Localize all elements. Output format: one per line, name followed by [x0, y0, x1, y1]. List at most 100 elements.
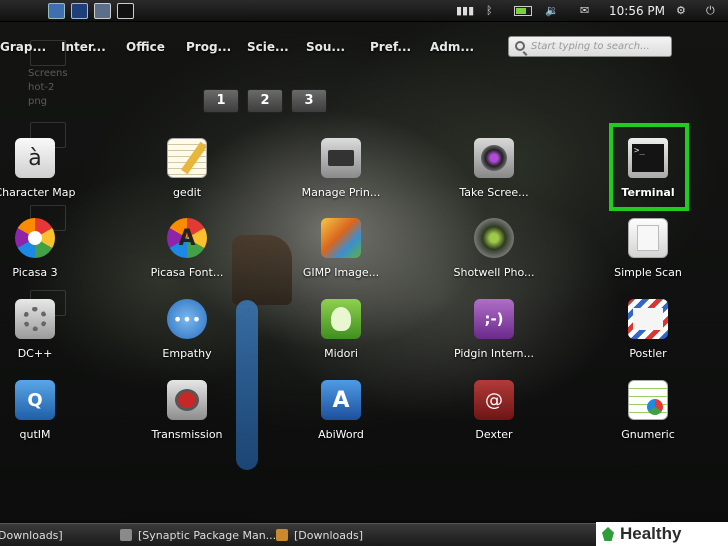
- app-label: Character Map: [0, 186, 76, 199]
- file-manager-launcher-icon[interactable]: [48, 3, 65, 19]
- taskbar-item-downloads[interactable]: Downloads]: [0, 527, 63, 544]
- taskbar-item-synaptic[interactable]: [Synaptic Package Man...: [120, 527, 276, 544]
- app-qutim[interactable]: Q qutIM: [0, 380, 105, 456]
- healthy-living-watermark: Healthy Living: [596, 522, 728, 546]
- camera-lens: [481, 145, 507, 171]
- desktop-file-label: hot-2: [28, 82, 55, 93]
- printer-icon: [321, 138, 361, 178]
- pencil-shape: [180, 141, 206, 175]
- app-label: Picasa Font...: [150, 266, 224, 279]
- app-label: Postler: [629, 347, 667, 360]
- category-preferences[interactable]: Pref...: [370, 40, 411, 54]
- app-simple-scan[interactable]: Simple Scan: [578, 218, 718, 294]
- app-label: Pidgin Intern...: [453, 347, 535, 360]
- synaptic-icon: [120, 529, 132, 541]
- battery-icon[interactable]: [514, 6, 532, 16]
- settings-icon[interactable]: ⚙: [676, 3, 686, 19]
- mail-icon[interactable]: ✉: [580, 3, 589, 19]
- dcpp-icon: [15, 299, 55, 339]
- watermark-text: Healthy Living: [620, 524, 682, 543]
- search-box[interactable]: [508, 36, 672, 57]
- dcpp-gear: [23, 307, 47, 331]
- desktop-file-label: png: [28, 96, 48, 107]
- clock[interactable]: 10:56 PM: [609, 3, 665, 19]
- battery-fill: [516, 8, 526, 14]
- app-label: AbiWord: [318, 428, 364, 441]
- picasa-icon: [15, 218, 55, 258]
- app-transmission[interactable]: Transmission: [117, 380, 257, 456]
- page-button-2[interactable]: 2: [247, 89, 283, 113]
- signal-icon[interactable]: ▮▮▮: [456, 3, 474, 19]
- app-label: Take Scree...: [459, 186, 529, 199]
- page-button-1[interactable]: 1: [203, 89, 239, 113]
- search-icon: [515, 41, 525, 51]
- gedit-icon: [167, 138, 207, 178]
- app-gedit[interactable]: gedit: [117, 138, 257, 214]
- category-administration[interactable]: Adm...: [430, 40, 474, 54]
- desktop-file-icon[interactable]: [30, 40, 66, 66]
- app-empathy[interactable]: ••• Empathy: [117, 299, 257, 375]
- app-manage-printers[interactable]: Manage Prin...: [271, 138, 411, 214]
- scanner-page: [637, 225, 659, 251]
- category-sound-video[interactable]: Sou...: [306, 40, 345, 54]
- app-label: GIMP Image...: [302, 266, 380, 279]
- app-take-screenshot[interactable]: Take Scree...: [424, 138, 564, 214]
- app-dexter[interactable]: @ Dexter: [424, 380, 564, 456]
- app-character-map[interactable]: à Character Map: [0, 138, 105, 214]
- terminal-highlight-box: [609, 123, 689, 211]
- power-icon[interactable]: ⏻: [706, 3, 715, 19]
- gnumeric-pie: [647, 399, 663, 415]
- dexter-icon: @: [474, 380, 514, 420]
- character-map-icon: à: [15, 138, 55, 178]
- app-label: Empathy: [162, 347, 212, 360]
- app-gimp[interactable]: GIMP Image...: [271, 218, 411, 294]
- scanner-icon: [628, 218, 668, 258]
- app-label: Manage Prin...: [301, 186, 381, 199]
- app-launcher-icon[interactable]: [94, 3, 111, 19]
- category-programming[interactable]: Prog...: [186, 40, 231, 54]
- midori-paw: [331, 307, 351, 331]
- desktop-file-label: Screens: [28, 68, 68, 79]
- top-panel: ▮▮▮ ᛒ 🔉 ✉ 10:56 PM ⚙ ⏻: [0, 0, 728, 22]
- app-label: qutIM: [19, 428, 51, 441]
- app-pidgin[interactable]: ;-) Pidgin Intern...: [424, 299, 564, 375]
- envelope-body: [633, 308, 663, 330]
- app-postler[interactable]: Postler: [578, 299, 718, 375]
- app-label: DC++: [17, 347, 53, 360]
- screenshot-icon: [474, 138, 514, 178]
- gimp-icon: [321, 218, 361, 258]
- taskbar-item-label: [Downloads]: [294, 529, 363, 542]
- taskbar-item-downloads-2[interactable]: [Downloads]: [276, 527, 363, 544]
- category-office[interactable]: Office: [126, 40, 165, 54]
- gnumeric-icon: [628, 380, 668, 420]
- app-midori[interactable]: Midori: [271, 299, 411, 375]
- taskbar-item-label: Downloads]: [0, 529, 63, 542]
- app-label: Transmission: [151, 428, 223, 441]
- taskbar-item-label: [Synaptic Package Man...: [138, 529, 277, 542]
- desktop-launcher-icon[interactable]: [71, 3, 88, 19]
- transmission-dial: [175, 389, 199, 411]
- page-button-3[interactable]: 3: [291, 89, 327, 113]
- app-label: Shotwell Pho...: [453, 266, 535, 279]
- shotwell-icon: [474, 218, 514, 258]
- bluetooth-icon[interactable]: ᛒ: [486, 3, 493, 19]
- app-picasa-font[interactable]: A Picasa Font...: [117, 218, 257, 294]
- app-label: Dexter: [475, 428, 513, 441]
- terminal-launcher-icon[interactable]: [117, 3, 134, 19]
- app-picasa[interactable]: Picasa 3: [0, 218, 105, 294]
- app-dcpp[interactable]: DC++: [0, 299, 105, 375]
- app-abiword[interactable]: A AbiWord: [271, 380, 411, 456]
- abiword-icon: A: [321, 380, 361, 420]
- pidgin-icon: ;-): [474, 299, 514, 339]
- app-label: gedit: [172, 186, 202, 199]
- transmission-icon: [167, 380, 207, 420]
- search-input[interactable]: [531, 39, 669, 54]
- qutim-icon: Q: [15, 380, 55, 420]
- picasa-font-icon: A: [167, 218, 207, 258]
- category-internet[interactable]: Inter...: [61, 40, 106, 54]
- app-label: Gnumeric: [621, 428, 675, 441]
- category-science[interactable]: Scie...: [247, 40, 289, 54]
- app-shotwell[interactable]: Shotwell Pho...: [424, 218, 564, 294]
- app-gnumeric[interactable]: Gnumeric: [578, 380, 718, 456]
- volume-icon[interactable]: 🔉: [545, 3, 559, 19]
